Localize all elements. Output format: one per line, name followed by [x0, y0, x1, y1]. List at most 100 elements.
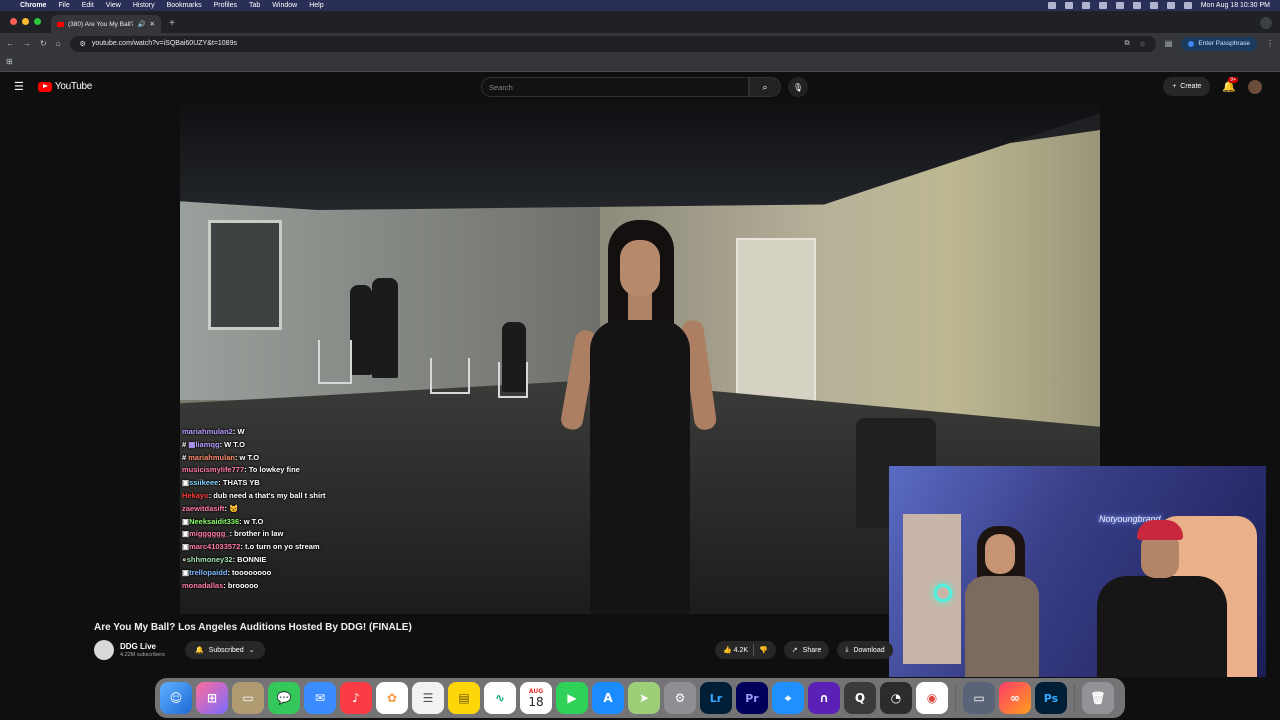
search-input[interactable]: Search: [481, 77, 749, 97]
reminders-icon[interactable]: ☰: [412, 682, 444, 714]
speaker-icon[interactable]: 🔊: [137, 20, 145, 28]
menu-window[interactable]: Window: [272, 2, 297, 9]
notes-icon[interactable]: ▤: [448, 682, 480, 714]
control-center-icon[interactable]: [1183, 2, 1192, 9]
create-button[interactable]: + Create: [1163, 77, 1211, 96]
profile-dot-icon: [1188, 40, 1195, 47]
tab-close-icon[interactable]: ✕: [150, 20, 155, 28]
menu-tab[interactable]: Tab: [249, 2, 260, 9]
site-info-icon[interactable]: ⚙: [80, 40, 86, 48]
mail-icon[interactable]: ✉: [304, 682, 336, 714]
photos-icon[interactable]: ✿: [376, 682, 408, 714]
chat-overlay: mariahmulan2: W # ▦liamqg: W T.O # mariahm…: [182, 426, 342, 616]
chat-message: monadallas: brooooo: [182, 580, 259, 590]
quicktime-icon[interactable]: Q: [844, 682, 876, 714]
dislike-button[interactable]: 👎: [759, 646, 768, 654]
status-icon[interactable]: [1064, 2, 1073, 9]
messages-icon[interactable]: 💬: [268, 682, 300, 714]
clock[interactable]: Mon Aug 18 10:30 PM: [1201, 2, 1270, 9]
extensions-icon[interactable]: ▤: [1165, 39, 1173, 48]
tab-youtube[interactable]: (380) Are You My Ball? Lo 🔊 ✕: [51, 15, 161, 33]
webcam-person: [1087, 520, 1237, 677]
safari-icon[interactable]: ⌖: [772, 682, 804, 714]
facetime-icon[interactable]: ▶: [556, 682, 588, 714]
freeform-icon[interactable]: ∿: [484, 682, 516, 714]
hamburger-menu-icon[interactable]: ☰: [14, 80, 24, 93]
maximize-window-icon[interactable]: [34, 18, 41, 25]
chat-message: Hekayo: dub need a that's my ball t shir…: [182, 490, 326, 500]
premiere-icon[interactable]: Pr: [736, 682, 768, 714]
channel-row: DDG Live 4.22M subscribers 🔔 Subscribed …: [94, 640, 265, 660]
bookmark-star-icon[interactable]: ☆: [1139, 40, 1145, 48]
menu-history[interactable]: History: [133, 2, 155, 9]
lightroom-icon[interactable]: Lr: [700, 682, 732, 714]
channel-name[interactable]: DDG Live: [120, 642, 165, 651]
forward-icon[interactable]: →: [23, 39, 31, 48]
screenshot-icon[interactable]: ▭: [963, 682, 995, 714]
share-icon: ↗: [791, 647, 798, 654]
status-icon[interactable]: [1047, 2, 1056, 9]
notifications-button[interactable]: 🔔 9+: [1222, 77, 1238, 93]
share-label: Share: [802, 646, 822, 654]
youtube-logo[interactable]: YouTube: [37, 81, 92, 92]
photoshop-icon[interactable]: Ps: [1035, 682, 1067, 714]
chrome-menu-icon[interactable]: ⋮: [1266, 39, 1274, 48]
finder-icon[interactable]: ☺: [160, 682, 192, 714]
download-button[interactable]: ⤓ Download: [837, 641, 893, 659]
chat-username: ssiikeee: [189, 478, 219, 488]
share-button[interactable]: ↗ Share: [783, 641, 830, 659]
status-icons: Mon Aug 18 10:30 PM: [1047, 2, 1270, 9]
status-icon[interactable]: [1081, 2, 1090, 9]
menu-profiles[interactable]: Profiles: [214, 2, 237, 9]
like-button[interactable]: 👍 4.2K: [723, 646, 748, 654]
apps-grid-icon[interactable]: ⊞: [6, 57, 13, 66]
subscribed-label: Subscribed: [208, 646, 244, 654]
chat-text: W: [237, 427, 245, 436]
search-button[interactable]: ⌕: [749, 77, 781, 97]
back-icon[interactable]: ←: [6, 39, 14, 48]
home-icon[interactable]: ⌂: [56, 39, 61, 48]
minimize-window-icon[interactable]: [22, 18, 29, 25]
app-store-icon[interactable]: A: [592, 682, 624, 714]
status-icon[interactable]: [1098, 2, 1107, 9]
voice-search-button[interactable]: 🎙: [788, 77, 808, 97]
arc-icon[interactable]: ∩: [808, 682, 840, 714]
system-settings-icon[interactable]: ⚙: [664, 682, 696, 714]
new-tab-icon[interactable]: +: [169, 18, 175, 29]
reload-icon[interactable]: ↻: [40, 39, 47, 48]
url-text[interactable]: youtube.com/watch?v=iSQBai60UZY&t=1089s: [92, 40, 237, 47]
creative-cloud-icon[interactable]: ∞: [999, 682, 1031, 714]
channel-avatar[interactable]: [94, 640, 114, 660]
address-bar[interactable]: ⚙ youtube.com/watch?v=iSQBai60UZY&t=1089…: [69, 35, 1156, 52]
calendar-icon[interactable]: AUG 18: [520, 682, 552, 714]
account-avatar[interactable]: [1248, 79, 1262, 94]
folder-icon[interactable]: ▭: [232, 682, 264, 714]
launchpad-icon[interactable]: ⊞: [196, 682, 228, 714]
enter-passphrase-button[interactable]: Enter Passphrase: [1181, 36, 1257, 51]
chat-username: trellopaidd: [189, 567, 228, 577]
menu-app-name[interactable]: Chrome: [20, 2, 46, 9]
menu-edit[interactable]: Edit: [82, 2, 94, 9]
close-window-icon[interactable]: [10, 18, 17, 25]
activity-monitor-icon[interactable]: ◔: [880, 682, 912, 714]
status-icon[interactable]: [1115, 2, 1124, 9]
thumbs-down-icon: 👎: [759, 647, 768, 654]
menu-bookmarks[interactable]: Bookmarks: [167, 2, 202, 9]
chat-username: mariahmulan2: [182, 427, 233, 436]
plus-icon: +: [1172, 83, 1177, 90]
chrome-icon[interactable]: ◉: [916, 682, 948, 714]
battery-icon[interactable]: [1149, 2, 1158, 9]
wifi-icon[interactable]: [1132, 2, 1141, 9]
install-icon[interactable]: ⧉: [1124, 40, 1129, 48]
menu-file[interactable]: File: [58, 2, 69, 9]
menu-view[interactable]: View: [106, 2, 121, 9]
search-icon[interactable]: [1166, 2, 1175, 9]
trash-icon[interactable]: 🗑: [1082, 682, 1114, 714]
subscribed-button[interactable]: 🔔 Subscribed ⌄: [184, 641, 265, 659]
maps-icon[interactable]: ➤: [628, 682, 660, 714]
create-label: Create: [1180, 83, 1202, 90]
like-dislike-group: 👍 4.2K 👎: [715, 641, 776, 659]
tab-search-icon[interactable]: [1260, 17, 1272, 29]
menu-help[interactable]: Help: [309, 2, 323, 9]
music-icon[interactable]: ♪: [340, 682, 372, 714]
